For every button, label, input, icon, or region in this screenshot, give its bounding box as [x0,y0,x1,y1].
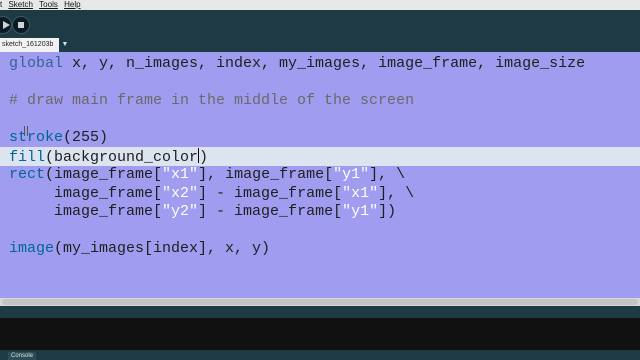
status-bar [0,306,640,318]
string-literal: "y2" [162,203,199,220]
code-text: ], image_frame[ [198,166,334,183]
keyword-global: global [9,55,64,72]
function-name: fill [9,149,46,166]
code-text: x, y, n_images, index, my_images, image_… [63,55,586,72]
function-name: image [9,240,55,257]
console-tab[interactable]: Console [8,352,37,360]
code-text: (my_images[index], x, y) [54,240,271,257]
toolbar [0,10,640,38]
menu-edit[interactable]: t [0,0,2,10]
code-line-7: rect(image_frame["x1"], image_frame["y1"… [9,166,405,184]
horizontal-scrollbar[interactable] [0,298,640,306]
bottom-bar: Console [0,350,640,360]
tab-sketch[interactable]: sketch_161203b [0,38,60,52]
code-comment: # draw main frame in the middle of the s… [9,92,415,109]
string-literal: "x1" [162,166,199,183]
code-line-6: fill(background_color) [9,148,208,166]
string-literal: "x2" [162,185,199,202]
code-text: ) [199,149,209,166]
code-text: ], \ [369,166,406,183]
tab-menu-icon[interactable]: ▼ [60,40,70,50]
code-line-3: # draw main frame in the middle of the s… [9,92,414,110]
code-line-11: image(my_images[index], x, y) [9,240,270,258]
function-name: stroke [9,129,64,146]
tab-bar: sketch_161203b ▼ [0,38,640,52]
string-literal: "x1" [342,185,379,202]
code-text: (background_color [45,149,199,166]
play-icon[interactable] [0,16,12,34]
code-line-1: global x, y, n_images, index, my_images,… [9,55,585,73]
code-text: ]) [378,203,397,220]
code-editor[interactable]: global x, y, n_images, index, my_images,… [0,52,640,298]
code-text: (image_frame[ [45,166,163,183]
menu-sketch[interactable]: Sketch [8,0,32,10]
code-line-9: image_frame["y2"] - image_frame["y1"]) [9,203,396,221]
code-text: (255) [63,129,109,146]
function-name: rect [9,166,46,183]
menu-bar: t Sketch Tools Help [0,0,640,10]
string-literal: "y1" [333,166,370,183]
code-line-5: stroke(255) [9,129,108,147]
code-text: ], \ [378,185,415,202]
code-text: ] - image_frame[ [198,203,343,220]
stop-icon[interactable] [12,16,30,34]
code-text: image_frame[ [9,185,163,202]
scrollbar-thumb[interactable] [2,299,638,305]
code-text: image_frame[ [9,203,163,220]
menu-tools[interactable]: Tools [39,0,58,10]
menu-help[interactable]: Help [64,0,80,10]
code-line-8: image_frame["x2"] - image_frame["x1"], \ [9,185,414,203]
console-output [0,318,640,350]
string-literal: "y1" [342,203,379,220]
code-text: ] - image_frame[ [198,185,343,202]
